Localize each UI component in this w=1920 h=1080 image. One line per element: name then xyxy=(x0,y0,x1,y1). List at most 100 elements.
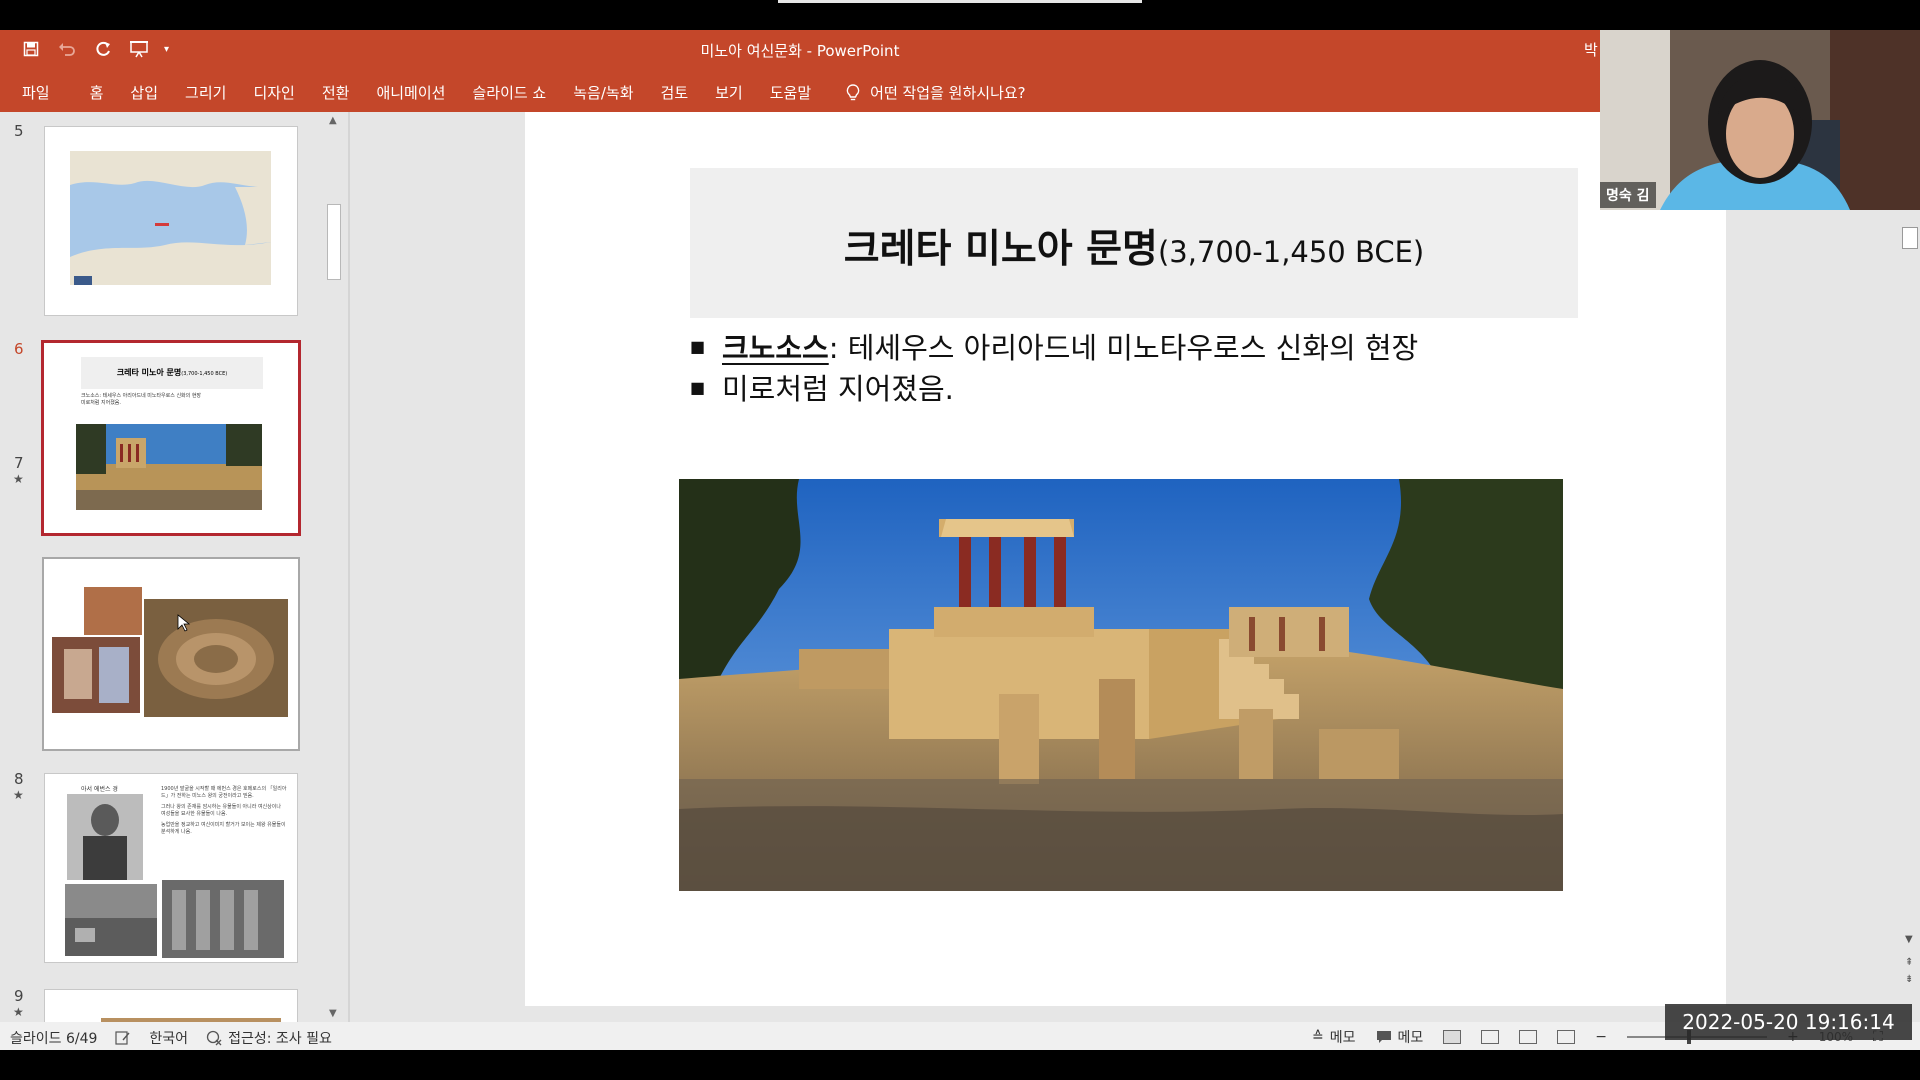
bullet-square-icon: ■ xyxy=(690,337,706,356)
participant-name: 명숙 김 xyxy=(1600,182,1656,208)
mini-title-sub: (3,700-1,450 BCE) xyxy=(181,371,228,377)
excavation-photo xyxy=(65,884,157,956)
thumbnail-scrollbar[interactable]: ▲ ▼ xyxy=(326,112,342,1022)
next-slide-icon[interactable]: ⇟ xyxy=(1905,974,1913,985)
slide-counter: 슬라이드 6/49 xyxy=(10,1031,98,1047)
bullet-text: : 테세우스 아리아드네 미노타우로스 신화의 현장 xyxy=(828,331,1419,365)
tab-animations[interactable]: 애니메이션 xyxy=(376,82,445,103)
thumb-number: 9 xyxy=(14,987,24,1005)
slide-bullets[interactable]: ■ 크노소스: 테세우스 아리아드네 미노타우로스 신화의 현장 ■ 미로처럼 … xyxy=(690,330,1418,412)
mini-title-box: 크레타 미노아 문명(3,700-1,450 BCE) xyxy=(81,357,263,389)
photo-render xyxy=(679,479,1563,891)
tab-home[interactable]: 홈 xyxy=(90,82,104,103)
storage-jars-photo xyxy=(162,880,284,958)
lightbulb-icon xyxy=(846,83,860,100)
slide-title-sub: (3,700-1,450 BCE) xyxy=(1157,235,1425,269)
bullet-text: 미로처럼 지어졌음. xyxy=(722,372,954,406)
painting-collage xyxy=(52,587,288,717)
tab-help[interactable]: 도움말 xyxy=(770,82,811,103)
mini-bullets: 1900년 발굴을 시작할 때 에번스 경은 호메로스의 「일리아드」가 전하는… xyxy=(161,786,287,836)
tab-draw[interactable]: 그리기 xyxy=(185,82,226,103)
mini-bullets: 크노소스: 테세우스 아리아드네 미노타우로스 신화의 현장 미로처럼 지어졌음… xyxy=(81,393,201,407)
bullet-item: ■ 미로처럼 지어졌음. xyxy=(690,371,1418,412)
bottom-black-strip xyxy=(0,1050,1920,1080)
tab-transitions[interactable]: 전환 xyxy=(322,82,350,103)
bullet-item: ■ 크노소스: 테세우스 아리아드네 미노타우로스 신화의 현장 xyxy=(690,330,1418,371)
language[interactable]: 한국어 xyxy=(149,1028,188,1048)
animation-star-icon: ★ xyxy=(13,1005,24,1019)
tab-record[interactable]: 녹음/녹화 xyxy=(573,82,633,103)
slide-title-placeholder[interactable]: 크레타 미노아 문명(3,700-1,450 BCE) xyxy=(690,168,1578,318)
slide-thumbnail-7[interactable] xyxy=(42,557,300,751)
tab-view[interactable]: 보기 xyxy=(715,82,743,103)
scrollbar-thumb[interactable] xyxy=(327,204,341,280)
portrait-photo xyxy=(67,794,143,880)
tab-file[interactable]: 파일 xyxy=(22,82,50,103)
comment-icon xyxy=(1376,1031,1391,1043)
recording-timestamp: 2022-05-20 19:16:14 xyxy=(1665,1004,1912,1040)
mini-bullet: 크노소스: 테세우스 아리아드네 미노타우로스 신화의 현장 xyxy=(81,393,202,399)
slide-editor: 크레타 미노아 문명(3,700-1,450 BCE) ■ 크노소스: 테세우스… xyxy=(350,112,1916,1022)
spelling-check[interactable] xyxy=(115,1031,131,1045)
zoom-out-icon[interactable]: − xyxy=(1595,1029,1607,1045)
notes-label: 메모 xyxy=(1329,1030,1356,1046)
slide-thumbnail-6[interactable]: 크레타 미노아 문명(3,700-1,450 BCE) 크노소스: 테세우스 아… xyxy=(41,340,301,536)
scroll-down-icon[interactable]: ▼ xyxy=(329,1008,337,1019)
scrollbar-thumb[interactable] xyxy=(1902,227,1918,249)
mini-caption: 아서 에번스 경 xyxy=(81,786,118,793)
thumb-number: 8 xyxy=(14,770,24,788)
previous-slide-icon[interactable]: ⇞ xyxy=(1905,957,1913,968)
tab-list: 파일 홈 삽입 그리기 디자인 전환 애니메이션 슬라이드 쇼 녹음/녹화 검토… xyxy=(22,82,1026,103)
screen: ▾ 미노아 여신문화 - PowerPoint 박 파일 홈 삽입 그리기 디자… xyxy=(0,0,1920,1080)
tab-review[interactable]: 검토 xyxy=(661,82,689,103)
current-slide[interactable]: 크레타 미노아 문명(3,700-1,450 BCE) ■ 크노소스: 테세우스… xyxy=(525,112,1726,1006)
bullet-square-icon: ■ xyxy=(690,378,706,397)
slide-title-main: 크레타 미노아 문명 xyxy=(843,227,1158,272)
proofing-icon xyxy=(115,1031,130,1045)
top-black-strip xyxy=(0,0,1920,30)
slide-title: 크레타 미노아 문명(3,700-1,450 BCE) xyxy=(690,218,1578,274)
notes-button[interactable]: ≙ 메모 xyxy=(1312,1027,1356,1047)
reading-view-icon[interactable] xyxy=(1519,1030,1538,1044)
slide-thumbnail-5[interactable] xyxy=(44,126,298,316)
tell-me-label: 어떤 작업을 원하시나요? xyxy=(870,84,1026,102)
mini-bullet: 1900년 발굴을 시작할 때 에번스 경은 호메로스의 「일리아드」가 전하는… xyxy=(161,786,287,799)
ribbon-tabs: 파일 홈 삽입 그리기 디자인 전환 애니메이션 슬라이드 쇼 녹음/녹화 검토… xyxy=(0,70,1600,112)
mini-bullet: 미로처럼 지어졌음. xyxy=(81,400,121,406)
map-thumbnail xyxy=(70,151,271,285)
accessibility-label: 접근성: 조사 필요 xyxy=(228,1031,332,1047)
bullet-keyword: 크노소스 xyxy=(722,331,829,365)
tab-design[interactable]: 디자인 xyxy=(253,82,294,103)
workspace: 5 6 크레타 미노아 문명(3,700-1,450 BCE) 크노소스: 테세… xyxy=(0,112,1920,1029)
accessibility-checker[interactable]: 접근성: 조사 필요 xyxy=(206,1028,332,1048)
editor-scrollbar[interactable]: ▼ ⇞ ⇟ xyxy=(1900,112,1920,1022)
tab-slideshow[interactable]: 슬라이드 쇼 xyxy=(472,82,546,103)
notes-icon: ≙ xyxy=(1312,1029,1324,1045)
normal-view-icon[interactable] xyxy=(1443,1030,1462,1044)
slide-thumbnail-8[interactable]: 아서 에번스 경 1900년 발굴을 시작할 때 에번스 경은 호메로스의 「일… xyxy=(44,773,298,963)
accessibility-icon xyxy=(206,1030,222,1046)
screen-share-indicator xyxy=(778,0,1142,3)
knossos-palace-photo[interactable] xyxy=(679,479,1563,891)
animation-star-icon: ★ xyxy=(13,472,24,486)
slideshow-view-icon[interactable] xyxy=(1557,1030,1576,1044)
webcam-overlay: 명숙 김 xyxy=(1600,30,1920,210)
user-initial[interactable]: 박 xyxy=(1584,39,1598,60)
comments-label: 메모 xyxy=(1397,1030,1424,1046)
status-bar: 슬라이드 6/49 한국어 접근성: 조사 필요 ≙ 메모 메모 − xyxy=(0,1022,1920,1050)
thumbnail-pane: 5 6 크레타 미노아 문명(3,700-1,450 BCE) 크노소스: 테세… xyxy=(0,112,352,1029)
scroll-up-icon[interactable]: ▲ xyxy=(329,115,337,126)
mini-bullet: 농업만을 정교하고 여신이미지 할거가 보이는 제왕 유물들이 분석하게 나옴. xyxy=(161,822,286,835)
window-title: 미노아 여신문화 - PowerPoint xyxy=(700,42,900,60)
mini-photo xyxy=(76,424,262,510)
scroll-down-icon[interactable]: ▼ xyxy=(1905,934,1913,945)
title-bar: ▾ 미노아 여신문화 - PowerPoint 박 xyxy=(0,30,1600,70)
slide-sorter-icon[interactable] xyxy=(1481,1030,1500,1044)
mini-title: 크레타 미노아 문명 xyxy=(116,368,182,377)
tab-insert[interactable]: 삽입 xyxy=(130,82,158,103)
tell-me-search[interactable]: 어떤 작업을 원하시나요? xyxy=(846,82,1026,103)
thumb-number: 7 xyxy=(14,454,24,472)
thumb-number: 5 xyxy=(14,122,24,140)
status-left: 슬라이드 6/49 한국어 접근성: 조사 필요 xyxy=(10,1028,332,1048)
comments-button[interactable]: 메모 xyxy=(1376,1027,1424,1047)
